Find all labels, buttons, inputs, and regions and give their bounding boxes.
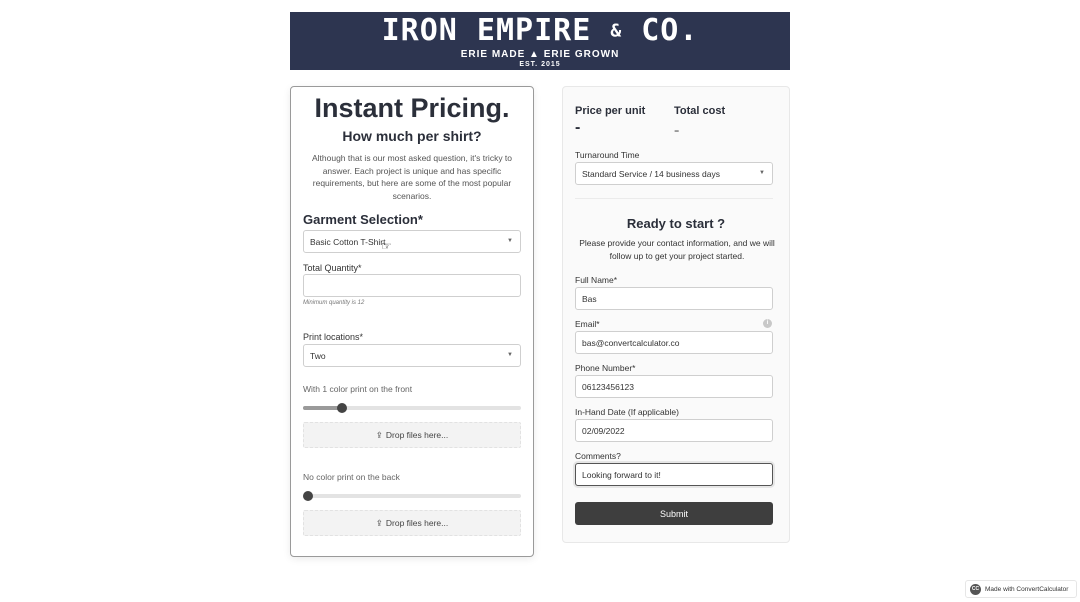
chevron-down-icon: ▼ [507,352,513,358]
quantity-label: Total Quantity* [303,263,362,273]
pricing-subtitle: How much per shirt? [342,128,482,144]
made-with-badge[interactable]: CC Made with ConvertCalculator [965,580,1077,598]
back-color-slider[interactable] [303,491,521,501]
front-slider-thumb[interactable] [337,403,348,413]
in-hand-date-label: In-Hand Date (If applicable) [575,407,679,417]
leaf-icon: ▲ [529,48,540,60]
print-locations-value: Two [310,350,326,361]
garment-select-value: Basic Cotton T-Shirt [310,236,386,247]
back-slider-thumb[interactable] [303,491,313,501]
email-input[interactable]: bas@convertcalculator.co [575,331,773,354]
pricing-description: Although that is our most asked question… [311,153,513,201]
brand-banner: IRON EMPIRE & CO. ERIE MADE ▲ ERIE GROWN… [290,12,790,70]
total-cost-value: - [674,122,680,139]
front-print-label: With 1 color print on the front [303,384,413,394]
section-divider [575,198,773,199]
price-per-unit-value: - [575,119,581,136]
chevron-down-icon: ▼ [507,238,513,244]
brand-name-right: CO. [641,13,699,48]
back-dropzone[interactable]: ⇪ Drop files here... [303,510,521,536]
full-name-input[interactable]: Bas [575,287,773,310]
front-dropzone-label: Drop files here... [385,430,449,440]
garment-select[interactable]: Basic Cotton T-Shirt ▼ [303,230,521,253]
phone-value: 06123456123 [582,381,635,392]
mouse-cursor-icon: ☞ [381,239,392,253]
submit-button[interactable]: Submit [575,502,773,525]
email-value: bas@convertcalculator.co [582,337,680,348]
back-print-label: No color print on the back [303,472,400,482]
tagline-left: ERIE MADE [460,48,526,60]
pricing-card: Instant Pricing. How much per shirt? Alt… [290,86,534,557]
in-hand-date-value: 02/09/2022 [582,425,625,436]
quantity-hint: Minimum quantity is 12 [303,300,365,306]
made-with-label: Made with ConvertCalculator [985,585,1069,593]
front-dropzone[interactable]: ⇪ Drop files here... [303,422,521,448]
total-cost-label: Total cost [674,105,726,117]
contact-card: Price per unit - Total cost - Turnaround… [562,86,790,543]
quantity-input[interactable] [303,274,521,297]
convertcalculator-logo-icon: CC [970,583,981,595]
comments-input[interactable]: Looking forward to it! [575,463,773,486]
ready-title: Ready to start ? [626,216,726,231]
turnaround-select[interactable]: Standard Service / 14 business days ▼ [575,162,773,185]
comments-label: Comments? [575,451,621,461]
price-per-unit-label: Price per unit [575,105,646,117]
back-dropzone-label: Drop files here... [385,518,449,528]
phone-input[interactable]: 06123456123 [575,375,773,398]
brand-name-left: IRON EMPIRE [381,13,592,48]
print-locations-label: Print locations* [303,332,364,342]
full-name-value: Bas [582,293,597,304]
chevron-down-icon: ▼ [759,170,765,176]
brand-logo: IRON EMPIRE & CO. [290,14,790,49]
upload-icon: ⇪ [375,429,383,440]
pricing-title: Instant Pricing. [314,93,510,123]
brand-established: EST. 2015 [519,60,561,68]
full-name-label: Full Name* [575,275,618,285]
in-hand-date-input[interactable]: 02/09/2022 [575,419,773,442]
email-label: Email* [575,319,600,329]
comments-value: Looking forward to it! [582,469,661,480]
garment-section-title: Garment Selection* [303,212,423,227]
upload-icon: ⇪ [375,517,383,528]
ready-description: Please provide your contact information,… [579,238,775,261]
tagline-right: ERIE GROWN [543,48,620,60]
brand-ampersand: & [610,20,623,42]
phone-label: Phone Number* [575,363,636,373]
front-color-slider[interactable] [303,403,521,413]
turnaround-value: Standard Service / 14 business days [582,168,720,179]
info-icon[interactable]: i [763,319,772,328]
brand-tagline: ERIE MADE ▲ ERIE GROWN [290,49,790,60]
print-locations-select[interactable]: Two ▼ [303,344,521,367]
turnaround-label: Turnaround Time [575,150,640,160]
